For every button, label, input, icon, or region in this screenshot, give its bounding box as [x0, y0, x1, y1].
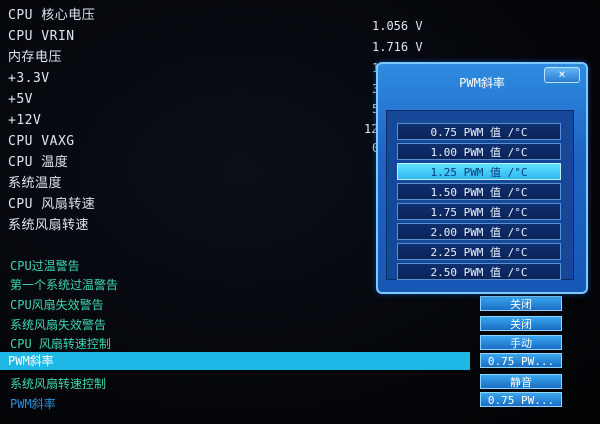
popup-option[interactable]: 1.00 PWM 值 /°C — [397, 143, 561, 160]
monitor-label: +3.3V — [8, 71, 50, 86]
menu-item-cpu-fan-fail-warning[interactable]: CPU风扇失效警告 — [10, 297, 104, 313]
monitor-label: 系统风扇转速 — [8, 218, 90, 233]
system-fan-fail-warning-value[interactable]: 关闭 — [480, 316, 562, 331]
monitor-label: +12V — [8, 113, 42, 128]
monitor-label: 系统温度 — [8, 176, 63, 191]
system-fan-speed-control-value[interactable]: 静音 — [480, 374, 562, 389]
popup-option[interactable]: 2.00 PWM 值 /°C — [397, 223, 561, 240]
monitor-label: CPU VRIN — [8, 29, 75, 44]
menu-item-cpu-overheat-warning[interactable]: CPU过温警告 — [10, 258, 80, 274]
monitor-label: CPU VAXG — [8, 134, 75, 149]
popup-option-selected[interactable]: 1.25 PWM 值 /°C — [397, 163, 561, 180]
pwm-slope-popup: × PWM斜率 0.75 PWM 值 /°C 1.00 PWM 值 /°C 1.… — [376, 62, 588, 294]
menu-item-system-fan-speed-control[interactable]: 系统风扇转速控制 — [10, 376, 106, 392]
monitor-label: CPU 温度 — [8, 155, 69, 170]
menu-item-system-pwm-slope[interactable]: PWM斜率 — [10, 396, 56, 412]
cpu-fan-fail-warning-value[interactable]: 关闭 — [480, 296, 562, 311]
selected-row-highlight[interactable] — [0, 352, 470, 370]
system-pwm-slope-value[interactable]: 0.75 PW... — [480, 392, 562, 407]
popup-option[interactable]: 0.75 PWM 值 /°C — [397, 123, 561, 140]
monitor-value: 1.056 V — [372, 19, 423, 33]
popup-option[interactable]: 1.75 PWM 值 /°C — [397, 203, 561, 220]
monitor-label: +5V — [8, 92, 33, 107]
popup-option-list: 0.75 PWM 值 /°C 1.00 PWM 值 /°C 1.25 PWM 值… — [386, 110, 574, 280]
monitor-label: 内存电压 — [8, 50, 63, 65]
cpu-fan-speed-control-value[interactable]: 手动 — [480, 335, 562, 350]
monitor-label: CPU 核心电压 — [8, 8, 96, 23]
popup-option[interactable]: 2.50 PWM 值 /°C — [397, 263, 561, 280]
popup-title: PWM斜率 — [459, 76, 505, 90]
monitor-label: CPU 风扇转速 — [8, 197, 96, 212]
menu-item-system-overheat-warning[interactable]: 第一个系统过温警告 — [10, 277, 118, 293]
monitor-value: 1.716 V — [372, 40, 423, 54]
menu-item-cpu-fan-speed-control[interactable]: CPU 风扇转速控制 — [10, 336, 111, 352]
menu-item-cpu-pwm-slope[interactable]: PWM斜率 — [8, 353, 54, 369]
cpu-pwm-slope-value[interactable]: 0.75 PW... — [480, 353, 562, 368]
popup-option[interactable]: 1.50 PWM 值 /°C — [397, 183, 561, 200]
bios-screen: CPU 核心电压 1.056 V CPU VRIN 1.716 V 内存电压 1… — [0, 0, 600, 424]
popup-option[interactable]: 2.25 PWM 值 /°C — [397, 243, 561, 260]
menu-item-system-fan-fail-warning[interactable]: 系统风扇失效警告 — [10, 317, 106, 333]
